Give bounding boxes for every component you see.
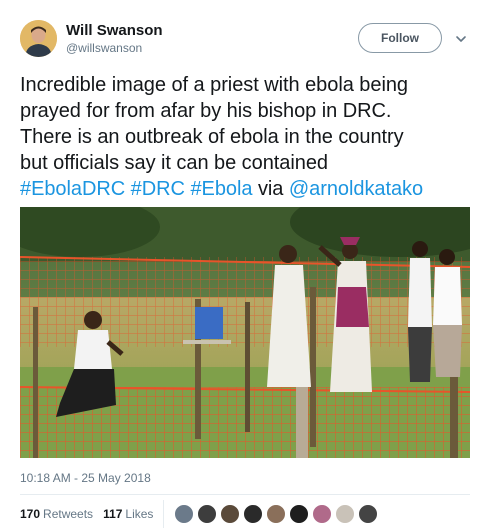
retweets-count: 170 (20, 507, 41, 521)
liker-avatar[interactable] (174, 504, 195, 524)
tweet-stats: 170 Retweets 117 Likes (20, 500, 381, 528)
tweet-timestamp[interactable]: 10:18 AM - 25 May 2018 (20, 471, 151, 485)
liker-avatar[interactable] (243, 504, 264, 524)
author-avatar[interactable] (20, 20, 57, 57)
tweet-line: prayed for from afar by his bishop in DR… (20, 100, 392, 122)
liker-avatar[interactable] (335, 504, 356, 524)
liker-avatar[interactable] (197, 504, 218, 524)
hashtag-link[interactable]: #Ebola (190, 178, 252, 200)
mention-link[interactable]: @arnoldkatako (289, 178, 423, 200)
tweet-photo[interactable] (20, 207, 470, 458)
liker-avatar[interactable] (358, 504, 379, 524)
hashtag-link[interactable]: #DRC (131, 178, 185, 200)
tweet-line: There is an outbreak of ebola in the cou… (20, 126, 404, 148)
hashtag-link[interactable]: #EbolaDRC (20, 178, 125, 200)
retweets-stat[interactable]: 170 Retweets (20, 507, 93, 521)
profile-photo-icon (20, 20, 57, 57)
liker-avatar[interactable] (220, 504, 241, 524)
likes-stat[interactable]: 117 Likes (103, 507, 153, 521)
tweet-text: Incredible image of a priest with ebola … (20, 72, 486, 202)
likes-count: 117 (103, 507, 123, 521)
author-name[interactable]: Will Swanson (66, 22, 163, 39)
tweet-line: but officials say it can be contained (20, 152, 328, 174)
liker-avatar[interactable] (289, 504, 310, 524)
tweet-line: Incredible image of a priest with ebola … (20, 74, 408, 96)
stats-divider (163, 500, 165, 528)
tweet-tags-line: #EbolaDRC #DRC #Ebola via @arnoldkatako (20, 176, 486, 202)
liker-avatar[interactable] (266, 504, 287, 524)
likes-label: Likes (125, 507, 154, 521)
photo-image (20, 207, 470, 458)
divider (20, 494, 470, 495)
tweet-card: Will Swanson @willswanson Follow Incredi… (0, 0, 500, 528)
liker-avatar[interactable] (312, 504, 333, 524)
retweets-label: Retweets (43, 507, 94, 521)
chevron-down-icon[interactable] (454, 32, 468, 46)
follow-button[interactable]: Follow (358, 23, 442, 53)
via-text: via (257, 178, 284, 200)
author-handle[interactable]: @willswanson (66, 41, 142, 55)
liker-avatars (174, 504, 381, 524)
